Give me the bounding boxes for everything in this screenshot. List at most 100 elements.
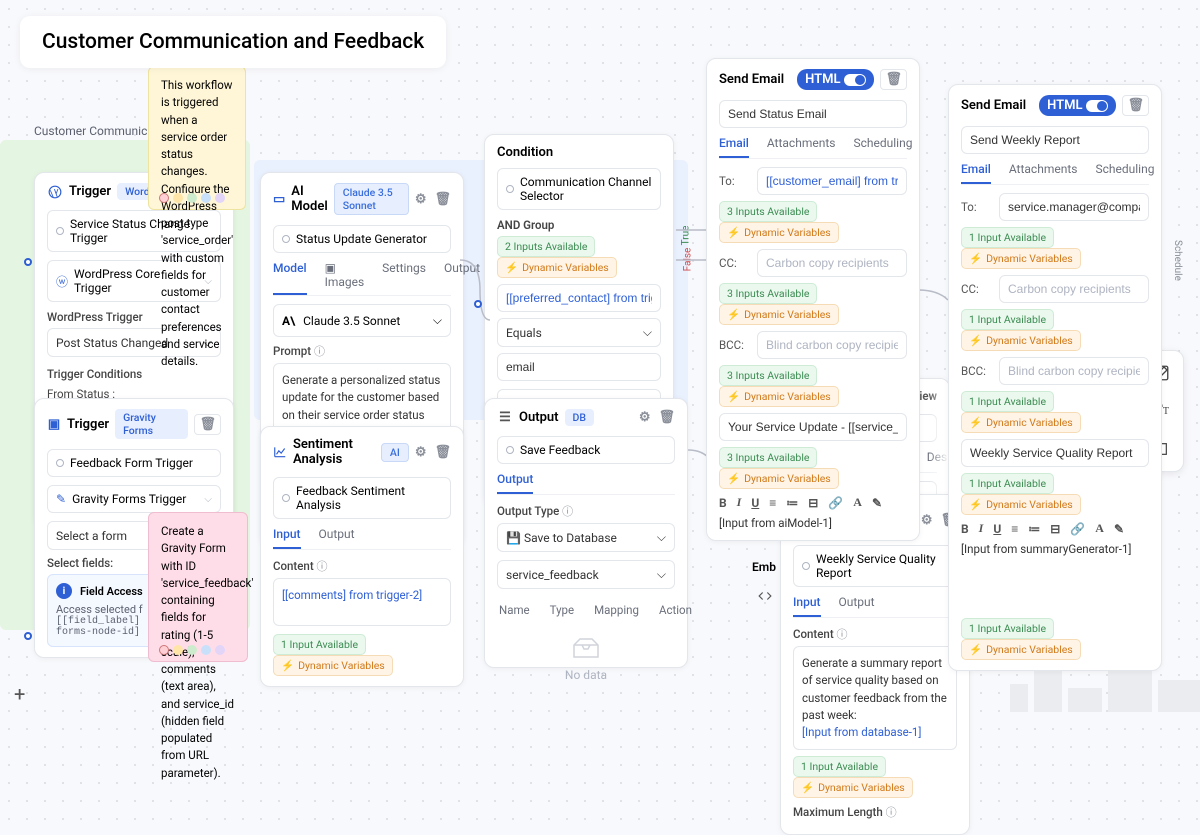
- tab-model[interactable]: Model: [273, 261, 307, 295]
- chip-dynamic[interactable]: ⚡ Dynamic Variables: [961, 248, 1081, 269]
- tab-output[interactable]: Output: [319, 527, 355, 549]
- editor-toolbar[interactable]: BIU ≡≔⊟🔗A✎: [961, 515, 1149, 542]
- help-icon[interactable]: ⓘ: [314, 345, 325, 358]
- sticky-note-form[interactable]: Create a Gravity Form with ID 'service_f…: [148, 512, 248, 662]
- delete-icon[interactable]: 🗑: [434, 445, 451, 460]
- chip-dynamic[interactable]: ⚡ Dynamic Variables: [719, 222, 839, 243]
- tab-scheduling[interactable]: Scheduling: [1095, 162, 1154, 184]
- chip-inputs[interactable]: 3 Inputs Available: [719, 365, 817, 386]
- chip-inputs[interactable]: 3 Inputs Available: [719, 283, 817, 304]
- chip-dynamic[interactable]: ⚡ Dynamic Variables: [273, 655, 393, 676]
- settings-icon[interactable]: ⚙: [415, 192, 427, 207]
- chip-dynamic[interactable]: ⚡ Dynamic Variables: [719, 468, 839, 489]
- content-textarea[interactable]: [[comments] from trigger-2]: [273, 578, 451, 626]
- chip-inputs[interactable]: 1 Input Available: [961, 227, 1054, 248]
- image-icon: ▣: [325, 261, 336, 275]
- chip-inputs[interactable]: 3 Inputs Available: [719, 447, 817, 468]
- chip-inputs[interactable]: 1 Input Available: [961, 309, 1054, 330]
- bcc-input[interactable]: [757, 331, 907, 359]
- subject-line-input[interactable]: [719, 413, 907, 441]
- chip-inputs[interactable]: 1 Input Available: [273, 634, 366, 655]
- delete-icon[interactable]: 🗑: [880, 69, 907, 90]
- bcc-input[interactable]: [999, 357, 1149, 385]
- email-subject-input[interactable]: [961, 126, 1149, 154]
- cc-input[interactable]: [757, 249, 907, 277]
- sticky-note-workflow[interactable]: This workflow is triggered when a servic…: [148, 66, 246, 210]
- email-subject-input[interactable]: [719, 100, 907, 128]
- chip-dynamic[interactable]: ⚡ Dynamic Variables: [961, 639, 1081, 660]
- delete-icon[interactable]: 🗑: [194, 414, 221, 435]
- help-icon[interactable]: ⓘ: [837, 628, 848, 641]
- chip-dynamic[interactable]: ⚡ Dynamic Variables: [793, 777, 913, 798]
- delete-icon[interactable]: 🗑: [434, 192, 451, 207]
- tab-output[interactable]: Output: [444, 261, 480, 295]
- add-button[interactable]: +: [14, 682, 25, 706]
- ai-label-row[interactable]: Status Update Generator: [273, 225, 451, 253]
- chip-dynamic[interactable]: ⚡ Dynamic Variables: [961, 412, 1081, 433]
- tab-design[interactable]: Design: [927, 450, 950, 472]
- to-input[interactable]: [757, 167, 907, 195]
- sticky-color-dots[interactable]: [159, 645, 225, 655]
- tab-input[interactable]: Input: [793, 595, 821, 617]
- email-tabs: Email Attachments Scheduling: [719, 136, 907, 159]
- tab-attachments[interactable]: Attachments: [767, 136, 836, 158]
- table-select[interactable]: service_feedback⌵: [497, 560, 675, 589]
- settings-icon[interactable]: ⚙: [921, 513, 933, 528]
- tab-images[interactable]: ▣ Images: [325, 261, 365, 295]
- summary-tabs: Input Output: [793, 595, 957, 618]
- cond-value-input[interactable]: [497, 353, 661, 381]
- chip-inputs[interactable]: 1 Input Available: [961, 618, 1054, 639]
- summary-textarea[interactable]: Generate a summary report of service qua…: [793, 646, 957, 750]
- chip-dynamic[interactable]: ⚡ Dynamic Variables: [497, 257, 617, 278]
- chip-dynamic[interactable]: ⚡ Dynamic Variables: [719, 304, 839, 325]
- help-icon[interactable]: ⓘ: [562, 505, 573, 518]
- wp-icon-small: ⓦ: [56, 273, 68, 290]
- chip-dynamic[interactable]: ⚡ Dynamic Variables: [961, 494, 1081, 515]
- chip-inputs[interactable]: 1 Input Available: [793, 756, 886, 777]
- output-label-row[interactable]: Save Feedback: [497, 436, 675, 464]
- tab-email[interactable]: Email: [961, 162, 991, 184]
- cc-label: CC:: [719, 256, 749, 270]
- editor-toolbar[interactable]: BIU ≡≔⊟🔗A✎: [719, 489, 907, 516]
- summary-label-row[interactable]: Weekly Service Quality Report: [793, 545, 957, 587]
- settings-icon[interactable]: ⚙: [639, 410, 651, 425]
- output-type-select[interactable]: 💾 Save to Database⌵: [497, 523, 675, 552]
- tab-email[interactable]: Email: [719, 136, 749, 158]
- chip-dynamic[interactable]: ⚡ Dynamic Variables: [961, 330, 1081, 351]
- cond-operator-select[interactable]: Equals⌵: [497, 318, 661, 347]
- delete-icon[interactable]: 🗑: [1122, 95, 1149, 116]
- sentiment-label-row[interactable]: Feedback Sentiment Analysis: [273, 477, 451, 519]
- tab-scheduling[interactable]: Scheduling: [853, 136, 912, 158]
- html-toggle[interactable]: HTML: [797, 69, 874, 90]
- chip-inputs[interactable]: 1 Input Available: [961, 473, 1054, 494]
- help-icon[interactable]: ⓘ: [886, 806, 897, 819]
- html-toggle[interactable]: HTML: [1039, 95, 1116, 116]
- trigger2-label-row[interactable]: Feedback Form Trigger: [47, 449, 221, 477]
- and-group-label: AND Group: [497, 218, 661, 232]
- chip-inputs[interactable]: 3 Inputs Available: [719, 201, 817, 222]
- chip-inputs[interactable]: 1 Input Available: [961, 391, 1054, 412]
- chip-dynamic[interactable]: ⚡ Dynamic Variables: [719, 386, 839, 407]
- settings-icon[interactable]: ⚙: [415, 445, 427, 460]
- badge-claude: Claude 3.5 Sonnet: [334, 183, 409, 215]
- tab-output[interactable]: Output: [497, 472, 533, 494]
- node-title: Sentiment Analysis: [293, 437, 375, 467]
- to-input[interactable]: [999, 193, 1149, 221]
- model-select[interactable]: A\ Claude 3.5 Sonnet⌵: [273, 304, 451, 337]
- chip-inputs[interactable]: 2 Inputs Available: [497, 236, 595, 257]
- delete-icon[interactable]: 🗑: [658, 410, 675, 425]
- tab-settings[interactable]: Settings: [382, 261, 426, 295]
- trigger2-type-row[interactable]: ✎ Gravity Forms Trigger⌵: [47, 485, 221, 513]
- help-icon[interactable]: ⓘ: [317, 560, 328, 573]
- tab-attachments[interactable]: Attachments: [1009, 162, 1078, 184]
- empty-icon: [570, 635, 602, 661]
- condition-label-row[interactable]: Communication Channel Selector: [497, 168, 661, 210]
- tab-output[interactable]: Output: [839, 595, 875, 617]
- breadcrumb: Customer Communicat: [34, 124, 158, 138]
- email-tabs: Email Attachments Scheduling: [961, 162, 1149, 185]
- sticky-color-dots[interactable]: [159, 193, 225, 203]
- tab-input[interactable]: Input: [273, 527, 301, 549]
- cond-input-field[interactable]: [497, 284, 661, 312]
- subject-line-input[interactable]: [961, 439, 1149, 467]
- cc-input[interactable]: [999, 275, 1149, 303]
